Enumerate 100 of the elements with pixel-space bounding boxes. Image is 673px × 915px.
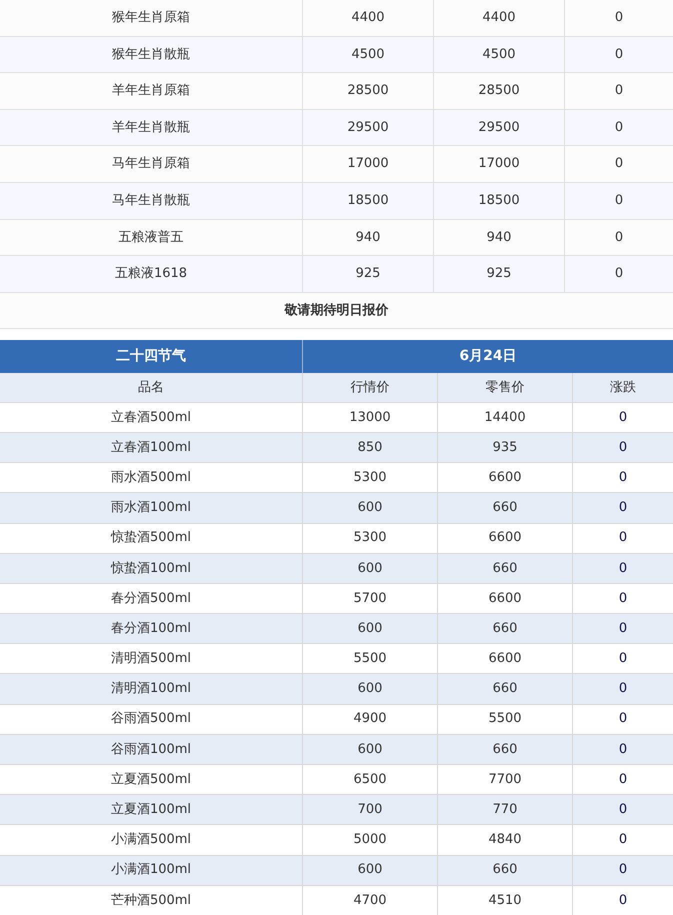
table-cell-text: 0 (614, 228, 624, 247)
table-cell-text: 0 (614, 9, 624, 28)
table-cell-text: 0 (618, 770, 628, 789)
table-cell-text: 小满酒500ml (110, 831, 192, 850)
table-cell-text: 660 (492, 499, 518, 518)
table-cell-text: 6600 (488, 468, 522, 487)
table-cell-text: 立春酒500ml (110, 408, 192, 427)
table-cell-text: 4900 (353, 710, 387, 728)
table-cell-text: 春分酒100ml (110, 620, 192, 638)
table-cell-text: 850 (358, 438, 382, 457)
table-cell-text: 4500 (351, 46, 385, 64)
table-cell-text: 600 (358, 680, 382, 698)
table-cell-text: 0 (614, 46, 624, 64)
table-cell-text: 0 (618, 740, 628, 759)
table-cell-text: 18500 (347, 192, 389, 210)
table-cell-text: 5300 (353, 529, 387, 548)
table-cell-text: 7700 (488, 770, 522, 789)
table-cell-text: 马年生肖散瓶 (112, 192, 190, 210)
table-cell-text: 6500 (353, 770, 387, 789)
table-cell-text: 雨水酒500ml (110, 468, 192, 487)
table-cell-text: 660 (492, 861, 518, 880)
column-header: 零售价 (486, 378, 524, 396)
column-header: 涨跌 (610, 378, 636, 396)
table-cell-text: 羊年生肖原箱 (112, 82, 190, 100)
table-cell-text: 600 (358, 861, 382, 880)
table-cell-text: 4700 (353, 892, 387, 910)
table-cell-text: 5500 (488, 710, 522, 728)
date-heading: 6月24日 (459, 346, 517, 366)
table-cell-text: 4840 (488, 831, 522, 850)
table-cell-text: 立夏酒100ml (110, 801, 192, 820)
table-cell-text: 600 (358, 740, 382, 759)
table-cell-text: 0 (614, 118, 624, 137)
table-cell-text: 0 (614, 155, 624, 174)
table-cell-text: 猴年生肖散瓶 (112, 46, 190, 64)
table-cell-text: 0 (618, 438, 628, 457)
table-cell-text: 0 (618, 861, 628, 880)
table-cell-text: 雨水酒100ml (110, 499, 192, 518)
table-cell-text: 0 (614, 265, 624, 284)
table-cell-text: 925 (486, 265, 512, 284)
table-cell-text: 0 (618, 831, 628, 850)
table-cell-text: 5700 (353, 590, 387, 608)
table-cell-text: 惊蛰酒500ml (110, 529, 192, 548)
table-cell-text: 660 (492, 680, 518, 698)
table-cell-text: 29500 (478, 118, 520, 137)
table-cell-text: 28500 (347, 82, 389, 100)
table-cell-text: 13000 (349, 408, 391, 427)
table-cell-text: 700 (358, 801, 382, 820)
table-cell-text: 谷雨酒500ml (110, 710, 192, 728)
table-cell-text: 17000 (478, 155, 520, 174)
table-cell-text: 立春酒100ml (110, 438, 192, 457)
table-cell-text: 5500 (353, 650, 387, 668)
table-cell-text: 羊年生肖散瓶 (112, 118, 190, 137)
table-cell-text: 600 (358, 560, 382, 578)
table-cell-text: 770 (492, 801, 518, 820)
table-cell-text: 0 (618, 590, 628, 608)
table-cell-text: 940 (356, 228, 380, 247)
table-cell-text: 14400 (484, 408, 526, 427)
table-cell-text: 29500 (347, 118, 389, 137)
column-header: 品名 (138, 378, 164, 396)
table-cell-text: 6600 (488, 590, 522, 608)
table-cell-text: 五粮液1618 (114, 265, 188, 284)
table-cell-text: 600 (358, 499, 382, 518)
table-cell-text: 5300 (353, 468, 387, 487)
table-cell-text: 惊蛰酒100ml (110, 560, 192, 578)
column-header: 行情价 (350, 378, 390, 396)
table-cell-text: 4500 (482, 46, 516, 64)
table-cell-text: 935 (492, 438, 518, 457)
table-cell-text: 925 (356, 265, 380, 284)
table-cell-text: 4510 (488, 892, 522, 910)
table-cell-text: 660 (492, 740, 518, 759)
table-cell-text: 660 (492, 620, 518, 638)
table-title: 二十四节气 (116, 346, 186, 366)
table-cell-text: 5000 (353, 831, 387, 850)
table-cell-text: 0 (614, 82, 624, 100)
table-cell-text: 0 (618, 801, 628, 820)
table-cell-text: 春分酒500ml (110, 590, 192, 608)
table-cell-text: 0 (618, 499, 628, 518)
table-cell-text: 940 (486, 228, 512, 247)
table-cell-text: 谷雨酒100ml (110, 740, 192, 759)
table-cell-text: 0 (618, 620, 628, 638)
table-cell-text: 立夏酒500ml (110, 770, 192, 789)
table-cell-text: 0 (618, 650, 628, 668)
table-cell-text: 4400 (351, 9, 385, 28)
table-cell-text: 小满酒100ml (110, 861, 192, 880)
table-cell-text: 马年生肖原箱 (112, 155, 190, 174)
table-cell-text: 17000 (347, 155, 389, 174)
table-cell-text: 28500 (478, 82, 520, 100)
table-cell-text: 4400 (482, 9, 516, 28)
table-cell-text: 0 (618, 892, 628, 910)
table-cell-text: 600 (358, 620, 382, 638)
notice-text: 敬请期待明日报价 (284, 302, 388, 320)
table-cell-text: 0 (618, 468, 628, 487)
table-cell-text: 18500 (478, 192, 520, 210)
table-cell-text: 0 (614, 192, 624, 210)
table-cell-text: 660 (492, 560, 518, 578)
table-cell-text: 0 (618, 529, 628, 548)
table-cell-text: 芒种酒500ml (110, 892, 192, 910)
table-cell-text: 猴年生肖原箱 (112, 9, 190, 28)
table-cell-text: 0 (618, 680, 628, 698)
table-cell-text: 0 (618, 560, 628, 578)
